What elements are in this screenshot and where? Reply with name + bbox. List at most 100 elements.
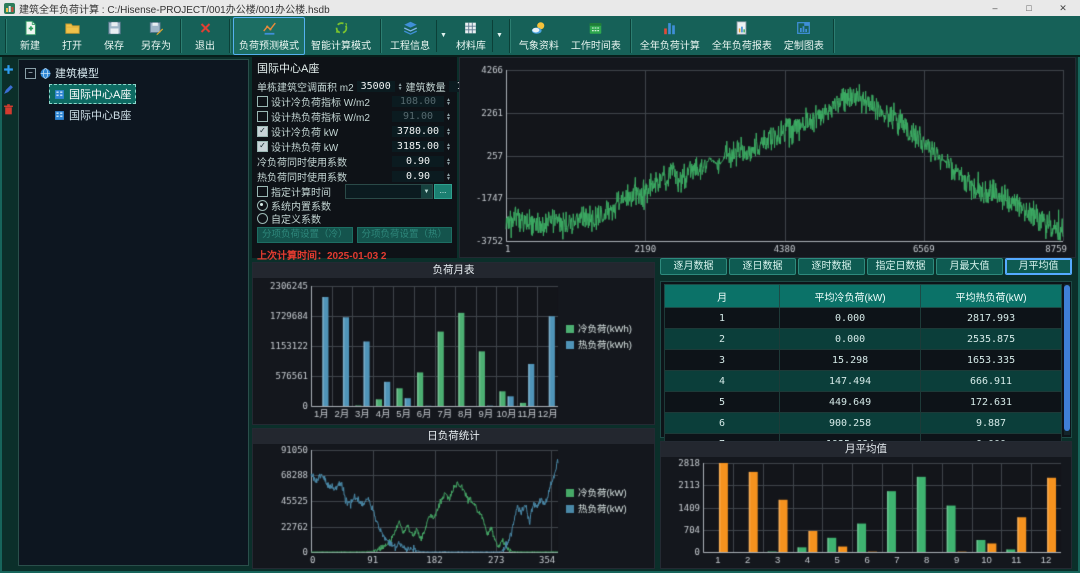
toolbar-button-open-folder[interactable]: 打开 bbox=[51, 17, 93, 55]
toolbar-separator bbox=[630, 19, 631, 53]
form-value-input[interactable]: 91.00 bbox=[392, 111, 444, 122]
specify-time-label: 指定计算时间 bbox=[271, 184, 331, 199]
table-cell: 147.494 bbox=[780, 371, 921, 392]
table-cell: 4 bbox=[665, 371, 780, 392]
toolbar-button-label: 另存为 bbox=[141, 37, 171, 52]
toolbar-button-exit[interactable]: 退出 bbox=[184, 17, 226, 55]
design-load-checkbox[interactable]: ✓ bbox=[257, 141, 268, 152]
toolbar-button-weather[interactable]: 气象资料 bbox=[513, 17, 565, 55]
toolbar-button-forecast-mode[interactable]: 负荷预测模式 bbox=[233, 17, 305, 55]
maximize-button[interactable]: □ bbox=[1012, 0, 1046, 16]
table-row[interactable]: 6900.2589.887 bbox=[665, 413, 1062, 434]
chevron-down-icon[interactable]: ▼ bbox=[492, 20, 506, 52]
toolbar-button-annual-report[interactable]: 全年负荷报表 bbox=[706, 17, 778, 55]
toolbar-button-annual-calc[interactable]: 全年负荷计算 bbox=[634, 17, 706, 55]
design-load-checkbox[interactable]: ✓ bbox=[257, 126, 268, 137]
calc-time-select[interactable]: ▼ bbox=[345, 184, 433, 199]
toolbar-separator bbox=[509, 19, 510, 53]
chevron-down-icon[interactable]: ▼ bbox=[421, 185, 432, 198]
close-button[interactable]: ✕ bbox=[1046, 0, 1080, 16]
weather-icon bbox=[530, 20, 547, 36]
value-spinner[interactable]: ▲▼ bbox=[445, 113, 452, 121]
daily-load-chart bbox=[253, 444, 654, 568]
toolbar: 新建打开保存另存为退出负荷预测模式智能计算模式工程信息▼材料库▼气象资料工作时间… bbox=[0, 16, 1080, 57]
toolbar-button-label: 退出 bbox=[195, 37, 215, 52]
table-cell: 172.631 bbox=[921, 392, 1062, 413]
edit-icon bbox=[3, 84, 14, 95]
tree-item-label: 国际中心B座 bbox=[69, 107, 131, 123]
table-row[interactable]: 5449.649172.631 bbox=[665, 392, 1062, 413]
tree-root-building-model[interactable]: − 建筑模型 bbox=[19, 63, 248, 83]
toolbar-button-material-library[interactable]: 材料库 bbox=[450, 17, 492, 55]
table-header-row: 月平均冷负荷(kW)平均热负荷(kW) bbox=[665, 285, 1062, 308]
form-label: 设计冷负荷 kW bbox=[271, 124, 338, 139]
value-spinner[interactable]: ▲▼ bbox=[445, 98, 452, 106]
add-model-button[interactable] bbox=[2, 63, 15, 76]
tree-item-国际中心A座[interactable]: 国际中心A座 bbox=[49, 84, 136, 104]
chevron-down-icon[interactable]: ▼ bbox=[436, 20, 450, 52]
coefficient-radio[interactable] bbox=[257, 213, 268, 224]
toolbar-button-work-schedule[interactable]: 工作时间表 bbox=[565, 17, 627, 55]
work-schedule-icon bbox=[587, 20, 604, 36]
project-info-icon bbox=[402, 20, 419, 36]
design-load-checkbox[interactable] bbox=[257, 111, 268, 122]
annual-report-icon bbox=[733, 20, 750, 36]
form-value-input[interactable]: 0.90 bbox=[392, 156, 444, 167]
tree-collapse-toggle[interactable]: − bbox=[25, 68, 36, 79]
toolbar-separator bbox=[229, 19, 230, 53]
value-spinner[interactable]: ▲▼ bbox=[445, 173, 452, 181]
delete-model-button[interactable] bbox=[2, 103, 15, 116]
sub-load-settings-button[interactable]: 分项负荷设置（冷） bbox=[257, 227, 353, 243]
design-load-checkbox[interactable] bbox=[257, 96, 268, 107]
toolbar-button-project-info[interactable]: 工程信息 bbox=[384, 17, 436, 55]
browse-time-button[interactable]: ... bbox=[434, 184, 452, 199]
table-cell: 2535.875 bbox=[921, 329, 1062, 350]
form-value-input[interactable]: 0.90 bbox=[392, 171, 444, 182]
tree-item-国际中心B座[interactable]: 国际中心B座 bbox=[49, 105, 136, 125]
specify-time-checkbox[interactable] bbox=[257, 186, 268, 197]
tab-月平均值[interactable]: 月平均值 bbox=[1005, 258, 1072, 275]
form-label: 冷负荷同时使用系数 bbox=[257, 154, 347, 169]
monthly-average-chart-panel: 月平均值 bbox=[660, 441, 1072, 569]
table-scrollbar-thumb[interactable] bbox=[1064, 285, 1070, 431]
table-cell: 2817.993 bbox=[921, 308, 1062, 329]
coefficient-radio[interactable] bbox=[257, 200, 268, 211]
form-value-input[interactable]: 108.00 bbox=[392, 96, 444, 107]
tree-item-label: 国际中心A座 bbox=[69, 86, 131, 102]
toolbar-button-save[interactable]: 保存 bbox=[93, 17, 135, 55]
tab-逐日数据[interactable]: 逐日数据 bbox=[729, 258, 796, 275]
form-value-input[interactable]: 3780.00 bbox=[392, 126, 444, 137]
count-label: 建筑数量 bbox=[406, 79, 446, 94]
toolbar-button-smart-mode[interactable]: 智能计算模式 bbox=[305, 17, 377, 55]
value-spinner[interactable]: ▲▼ bbox=[445, 143, 452, 151]
table-header: 平均热负荷(kW) bbox=[921, 285, 1062, 308]
table-row[interactable]: 4147.494666.911 bbox=[665, 371, 1062, 392]
tab-逐时数据[interactable]: 逐时数据 bbox=[798, 258, 865, 275]
minimize-button[interactable]: – bbox=[978, 0, 1012, 16]
daily-load-chart-panel: 日负荷统计 bbox=[252, 428, 655, 569]
table-cell: 1 bbox=[665, 308, 780, 329]
edit-model-button[interactable] bbox=[2, 83, 15, 96]
hourly-load-chart bbox=[460, 58, 1075, 257]
toolbar-button-new-file[interactable]: 新建 bbox=[9, 17, 51, 55]
table-row[interactable]: 315.2981653.335 bbox=[665, 350, 1062, 371]
tab-月最大值[interactable]: 月最大值 bbox=[936, 258, 1003, 275]
area-spinner[interactable]: ▲▼ bbox=[398, 83, 403, 91]
form-radio-row: 自定义系数 bbox=[255, 212, 454, 225]
table-row[interactable]: 10.0002817.993 bbox=[665, 308, 1062, 329]
toolbar-button-save-as[interactable]: 另存为 bbox=[135, 17, 177, 55]
material-library-icon bbox=[462, 20, 479, 36]
last-calc-time-text: 上次计算时间：2025-01-03 2 bbox=[255, 245, 454, 263]
table-row[interactable]: 20.0002535.875 bbox=[665, 329, 1062, 350]
table-scrollbar[interactable] bbox=[1064, 284, 1070, 435]
value-spinner[interactable]: ▲▼ bbox=[445, 128, 452, 136]
custom-chart-icon bbox=[795, 20, 812, 36]
tab-逐月数据[interactable]: 逐月数据 bbox=[660, 258, 727, 275]
area-input[interactable]: 35000 bbox=[357, 81, 395, 92]
toolbar-separator bbox=[833, 19, 834, 53]
tab-指定日数据[interactable]: 指定日数据 bbox=[867, 258, 934, 275]
sub-load-settings-button[interactable]: 分项负荷设置（热） bbox=[357, 227, 453, 243]
form-value-input[interactable]: 3185.00 bbox=[392, 141, 444, 152]
value-spinner[interactable]: ▲▼ bbox=[445, 158, 452, 166]
toolbar-button-custom-chart[interactable]: 定制图表 bbox=[778, 17, 830, 55]
